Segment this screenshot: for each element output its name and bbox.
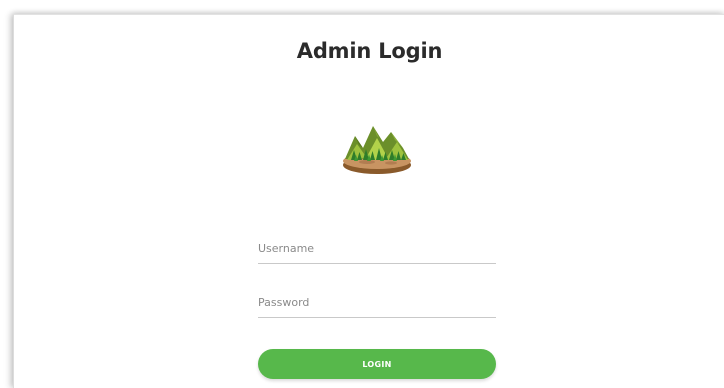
login-card: Admin Login Username LOGIN — [13, 14, 724, 388]
page-title: Admin Login — [296, 39, 443, 63]
mountain-forest-island-icon — [343, 126, 411, 174]
password-input[interactable] — [258, 287, 496, 318]
login-button[interactable]: LOGIN — [258, 349, 496, 379]
username-input[interactable] — [258, 233, 496, 264]
